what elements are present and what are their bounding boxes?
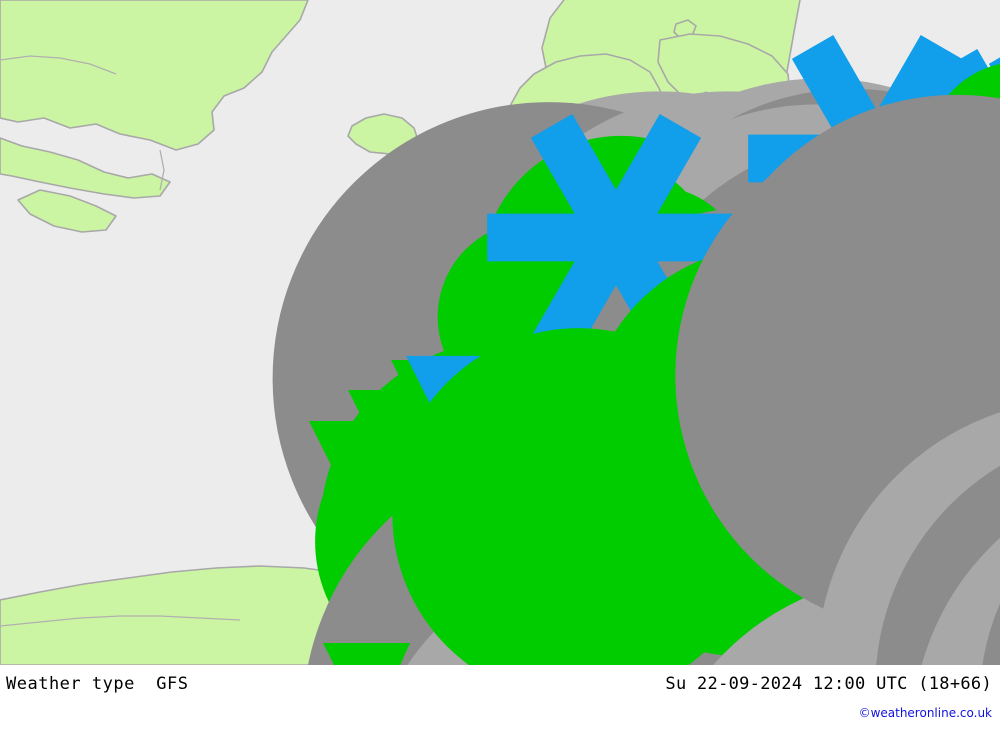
weather-symbol-layer xyxy=(0,0,1000,665)
forecast-timestamp: Su 22-09-2024 12:00 UTC (18+66) xyxy=(665,674,992,694)
footer-bar: Weather type GFS Su 22-09-2024 12:00 UTC… xyxy=(0,665,1000,733)
weather-map-page: Weather type GFS Su 22-09-2024 12:00 UTC… xyxy=(0,0,1000,733)
page-title: Weather type GFS xyxy=(6,674,189,694)
map-canvas[interactable] xyxy=(0,0,1000,665)
copyright-notice: ©weatheronline.co.uk xyxy=(858,706,992,720)
